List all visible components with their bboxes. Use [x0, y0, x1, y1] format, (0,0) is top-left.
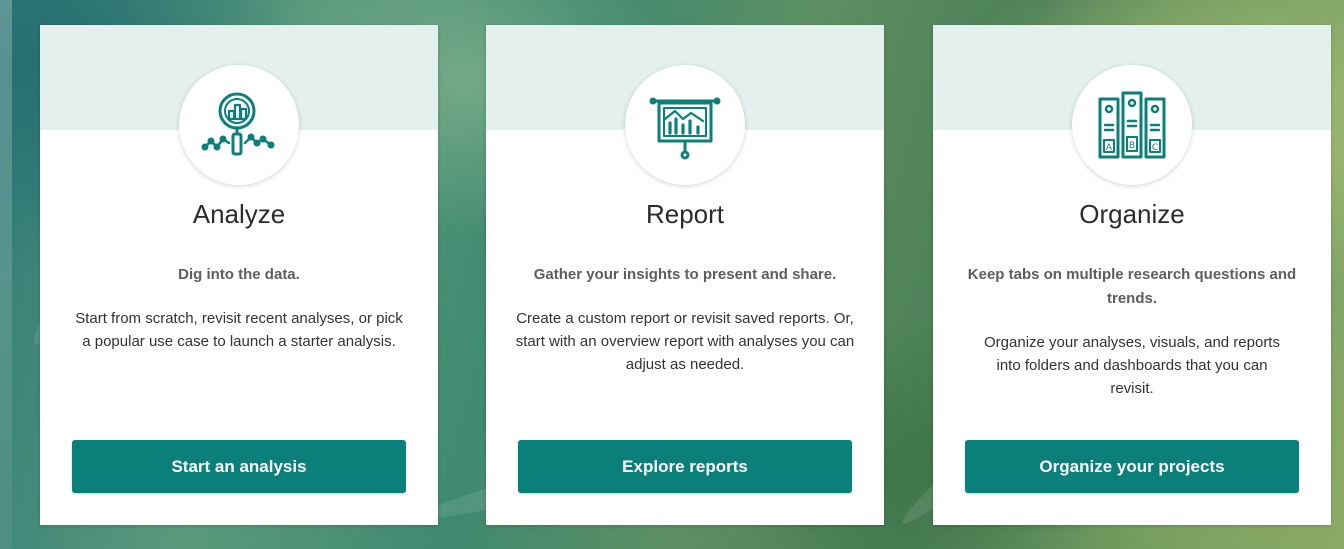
card-organize: A B C Organize Keep tabs on multiple res…	[933, 25, 1331, 525]
magnifier-chart-icon	[201, 92, 275, 156]
card-subtitle: Gather your insights to present and shar…	[533, 266, 837, 283]
icon-circle: A B C	[1072, 65, 1192, 185]
binder-label-b: B	[1129, 141, 1135, 151]
explore-reports-button[interactable]: Explore reports	[518, 440, 852, 493]
presentation-board-icon	[649, 97, 721, 160]
card-title: Report	[645, 199, 725, 229]
organize-projects-button[interactable]: Organize your projects	[965, 440, 1299, 493]
card-description: Create a custom report or revisit saved …	[515, 310, 855, 373]
action-cards: Analyze Dig into the data. Start from sc…	[0, 0, 1344, 549]
start-analysis-button[interactable]: Start an analysis	[72, 440, 406, 493]
binder-label-a: A	[1106, 143, 1113, 153]
card-report: Report Gather your insights to present a…	[486, 25, 884, 525]
card-analyze: Analyze Dig into the data. Start from sc…	[40, 25, 438, 525]
binders-icon: A B C	[1098, 91, 1166, 159]
card-title: Organize	[1079, 199, 1185, 229]
binder-label-c: C	[1152, 143, 1158, 153]
card-description: Organize your analyses, visuals, and rep…	[984, 334, 1280, 397]
icon-circle	[625, 65, 745, 185]
icon-circle	[179, 65, 299, 185]
card-subtitle: Keep tabs on multiple research questions…	[967, 266, 1297, 307]
card-subtitle: Dig into the data.	[178, 266, 300, 283]
card-title: Analyze	[192, 199, 286, 229]
card-description: Start from scratch, revisit recent analy…	[75, 310, 403, 350]
